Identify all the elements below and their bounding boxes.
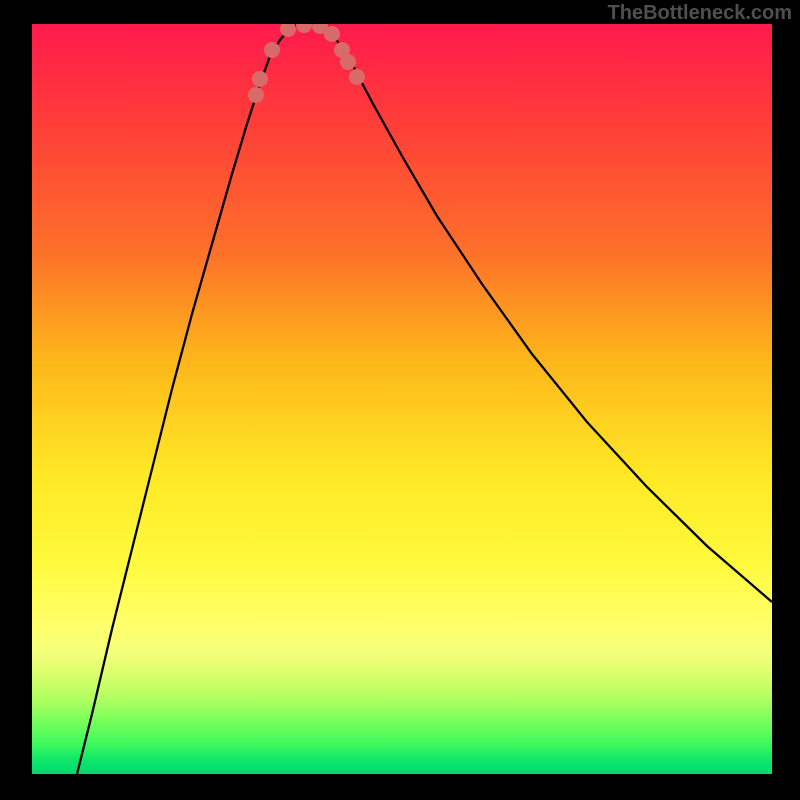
highlight-dot xyxy=(248,87,264,103)
chart-frame: TheBottleneck.com xyxy=(0,0,800,800)
highlight-dots-group xyxy=(248,24,365,103)
highlight-dot xyxy=(324,26,340,42)
highlight-dot xyxy=(349,69,365,85)
curve-right-branch xyxy=(320,26,772,602)
curve-left-branch xyxy=(77,26,294,774)
highlight-dot xyxy=(296,24,312,33)
highlight-dot xyxy=(252,71,268,87)
plot-area xyxy=(32,24,772,774)
curve-layer xyxy=(32,24,772,774)
highlight-dot xyxy=(280,24,296,37)
highlight-dot xyxy=(340,54,356,70)
brand-watermark: TheBottleneck.com xyxy=(608,2,792,25)
highlight-dot xyxy=(264,42,280,58)
